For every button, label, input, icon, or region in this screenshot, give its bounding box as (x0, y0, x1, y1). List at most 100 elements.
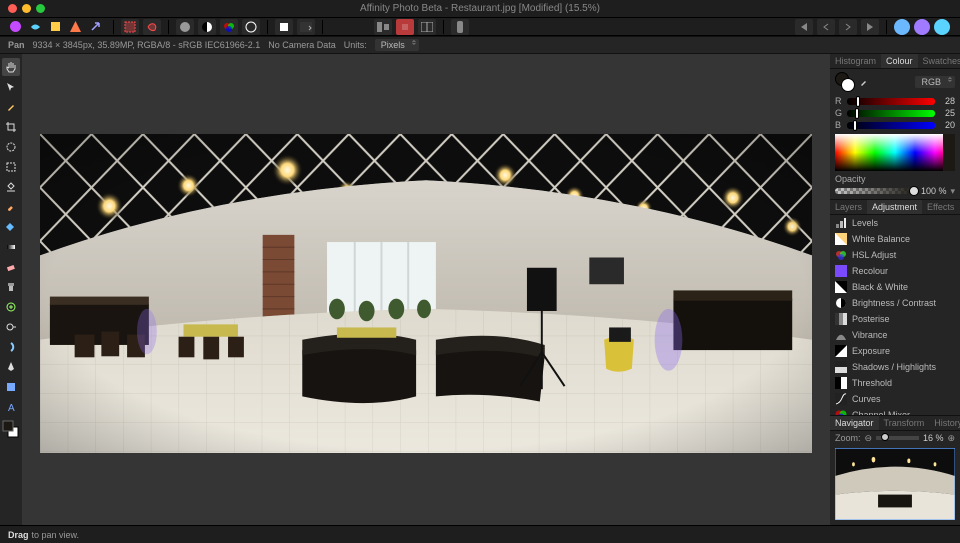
close-window-button[interactable] (8, 4, 17, 13)
crop-rotate-button[interactable] (275, 19, 293, 35)
colour-wells[interactable] (835, 72, 855, 92)
shape-tool[interactable] (2, 378, 20, 396)
opacity-slider[interactable] (835, 188, 917, 194)
account-purple-icon[interactable] (914, 19, 930, 35)
tab-swatches[interactable]: Swatches (918, 54, 960, 68)
account-cyan-icon[interactable] (934, 19, 950, 35)
toolbar-separator (168, 20, 169, 34)
adjustment-wb[interactable]: White Balance (830, 231, 960, 247)
blue-slider[interactable] (847, 122, 935, 129)
adjustment-poster[interactable]: Posterise (830, 311, 960, 327)
swatches-foreground-background[interactable] (2, 418, 20, 440)
assistant-button[interactable] (451, 19, 469, 35)
crop-tool[interactable] (2, 118, 20, 136)
adjustment-label: Posterise (852, 314, 890, 324)
zoom-in-button[interactable]: ⊕ (947, 433, 955, 444)
tab-adjustment[interactable]: Adjustment (867, 200, 922, 214)
move-tool[interactable] (2, 78, 20, 96)
adjustment-curves[interactable]: Curves (830, 391, 960, 407)
adjustment-exposure[interactable]: Exposure (830, 343, 960, 359)
account-blue-icon[interactable] (894, 19, 910, 35)
zoom-value[interactable]: 16 % (923, 433, 944, 443)
green-value[interactable]: 25 (939, 108, 955, 118)
adjustment-levels[interactable]: Levels (830, 215, 960, 231)
move-back-button[interactable] (795, 19, 813, 35)
move-backward-button[interactable] (817, 19, 835, 35)
erase-tool[interactable] (2, 258, 20, 276)
tab-transform[interactable]: Transform (879, 416, 930, 430)
heal-tool[interactable] (2, 298, 20, 316)
pen-tool[interactable] (2, 358, 20, 376)
red-slider[interactable] (847, 98, 935, 105)
gradient-tool[interactable] (2, 238, 20, 256)
persona-develop-icon[interactable] (48, 20, 62, 34)
zoom-slider[interactable] (876, 436, 919, 440)
opacity-value[interactable]: 100 % (921, 186, 947, 196)
tab-navigator[interactable]: Navigator (830, 416, 879, 430)
adjustment-chmix[interactable]: Channel Mixer (830, 407, 960, 415)
persona-photo-icon[interactable] (8, 20, 22, 34)
doc-dimensions-label: 9334 × 3845px, 35.89MP, RGBA/8 - sRGB IE… (33, 40, 261, 50)
adjustment-bw[interactable]: Black & White (830, 279, 960, 295)
tab-colour[interactable]: Colour (881, 54, 918, 68)
green-slider[interactable] (847, 110, 935, 117)
colour-panel-header: RGB (830, 69, 960, 95)
auto-colour-button[interactable] (220, 19, 238, 35)
auto-levels-button[interactable] (176, 19, 194, 35)
fill-tool[interactable] (2, 218, 20, 236)
adjustment-bc[interactable]: Brightness / Contrast (830, 295, 960, 311)
opacity-chevron-icon[interactable]: ▾ (950, 186, 955, 197)
arrange-align-button[interactable] (374, 19, 392, 35)
selection-brush-tool[interactable] (2, 138, 20, 156)
selection-free-button[interactable] (143, 19, 161, 35)
auto-contrast-button[interactable] (198, 19, 216, 35)
persona-export-icon[interactable] (88, 20, 102, 34)
move-front-button[interactable] (861, 19, 879, 35)
adjustment-shadhi[interactable]: Shadows / Highlights (830, 359, 960, 375)
clone-tool[interactable] (2, 278, 20, 296)
toggle-quickmask-button[interactable] (396, 19, 414, 35)
pan-tool[interactable] (2, 58, 20, 76)
move-forward-button[interactable] (839, 19, 857, 35)
paint-brush-tool[interactable] (2, 198, 20, 216)
flood-select-tool[interactable] (2, 178, 20, 196)
selection-rect-button[interactable] (121, 19, 139, 35)
blue-value[interactable]: 20 (939, 120, 955, 130)
colour-mode-dropdown[interactable]: RGB (915, 76, 955, 88)
auto-wb-button[interactable] (242, 19, 260, 35)
hue-saturation-picker[interactable] (835, 134, 955, 171)
navigator-zoom-row: Zoom: ⊖ 16 % ⊕ (830, 431, 960, 446)
opacity-label: Opacity (830, 174, 960, 184)
document-canvas[interactable] (22, 54, 830, 525)
toolbar-separator (113, 20, 114, 34)
tab-layers[interactable]: Layers (830, 200, 867, 214)
navigator-preview[interactable] (835, 448, 955, 520)
smudge-tool[interactable] (2, 338, 20, 356)
zoom-out-button[interactable]: ⊖ (865, 433, 873, 444)
marquee-tool[interactable] (2, 158, 20, 176)
toggle-split-button[interactable] (418, 19, 436, 35)
adjustment-label: Shadows / Highlights (852, 362, 936, 372)
adjustment-label: Threshold (852, 378, 892, 388)
adjustment-vibrance[interactable]: Vibrance (830, 327, 960, 343)
persona-tone-icon[interactable] (68, 20, 82, 34)
units-label: Units: (344, 40, 367, 50)
tab-effects[interactable]: Effects (922, 200, 959, 214)
tab-history[interactable]: History (929, 416, 960, 430)
zoom-window-button[interactable] (36, 4, 45, 13)
eyedropper-icon[interactable] (859, 77, 869, 87)
adjustment-recolour[interactable]: Recolour (830, 263, 960, 279)
toolbar-separator (322, 20, 323, 34)
colour-picker-tool[interactable] (2, 98, 20, 116)
svg-text:A: A (8, 403, 15, 413)
units-dropdown[interactable]: Pixels (375, 39, 419, 51)
adjustment-threshold[interactable]: Threshold (830, 375, 960, 391)
red-value[interactable]: 28 (939, 96, 955, 106)
persona-liquify-icon[interactable] (28, 20, 42, 34)
dodge-tool[interactable] (2, 318, 20, 336)
tab-histogram[interactable]: Histogram (830, 54, 881, 68)
minimize-window-button[interactable] (22, 4, 31, 13)
adjustment-hsl[interactable]: HSL Adjust (830, 247, 960, 263)
text-tool[interactable]: A (2, 398, 20, 416)
mask-menu-button[interactable] (297, 19, 315, 35)
